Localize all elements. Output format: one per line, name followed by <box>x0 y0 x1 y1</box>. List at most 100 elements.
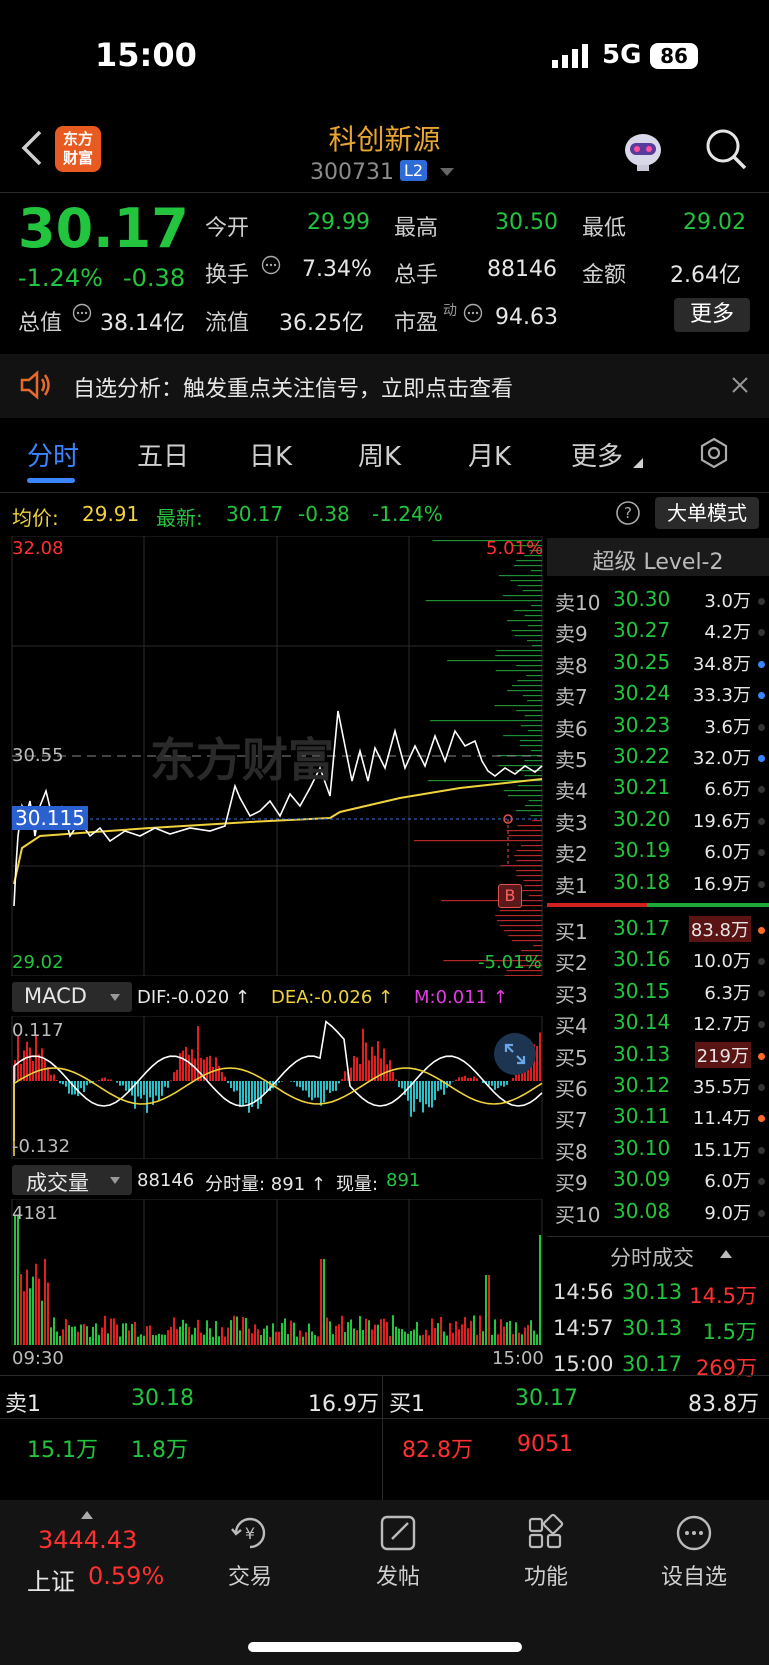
ticks-title[interactable]: 分时成交 <box>610 1242 694 1272</box>
bid-row[interactable]: 买9 30.09 6.0万 <box>555 1167 765 1198</box>
volume-bar <box>176 1329 178 1345</box>
macd-chart[interactable] <box>0 1016 547 1159</box>
volume-bar <box>110 1318 112 1345</box>
latest-label: 最新: <box>156 506 203 530</box>
turnover-label: 换手 <box>205 263 250 288</box>
volume-bar <box>305 1332 307 1345</box>
macd-bar <box>416 1081 418 1100</box>
volume-bar <box>320 1259 322 1345</box>
expand-icon[interactable] <box>493 1032 537 1076</box>
volume-bar <box>26 1269 28 1345</box>
ask-row[interactable]: 卖4 30.21 6.6万 <box>555 775 765 806</box>
ask-row[interactable]: 卖6 30.23 3.6万 <box>555 713 765 744</box>
volume-bar <box>416 1321 418 1345</box>
info-dots-icon[interactable] <box>261 255 281 275</box>
bid-row[interactable]: 买4 30.14 12.7万 <box>555 1010 765 1041</box>
buy-marker[interactable]: B <box>498 884 522 908</box>
ask-row[interactable]: 卖8 30.25 34.8万 <box>555 650 765 681</box>
macd-bar <box>146 1081 148 1113</box>
bid-row[interactable]: 买1 30.17 83.8万 <box>555 916 765 947</box>
axis-top-pct: 5.01% <box>486 538 544 559</box>
tab-more[interactable]: 更多 <box>571 436 623 473</box>
bid-row[interactable]: 买2 30.16 10.0万 <box>555 947 765 978</box>
tab-week-k[interactable]: 周K <box>358 436 401 473</box>
macd-bar <box>362 1028 364 1081</box>
info-dots-icon[interactable] <box>463 303 483 323</box>
ask-row[interactable]: 卖7 30.24 33.3万 <box>555 681 765 712</box>
index-pct[interactable]: 0.59% <box>88 1562 164 1590</box>
bid-row[interactable]: 买6 30.12 35.5万 <box>555 1073 765 1104</box>
bid-label: 买5 <box>555 1045 588 1070</box>
bid-row[interactable]: 买7 30.11 11.4万 <box>555 1104 765 1135</box>
tab-month-k[interactable]: 月K <box>468 436 511 473</box>
low-value: 29.02 <box>683 210 746 235</box>
volume-bar <box>143 1335 145 1345</box>
volume-bar <box>245 1317 247 1345</box>
ask-price: 30.23 <box>613 712 671 737</box>
nav-add-watchlist[interactable]: 设自选 <box>654 1513 734 1591</box>
volume-total: 88146 <box>137 1170 195 1191</box>
search-icon[interactable] <box>704 127 748 171</box>
banner-text[interactable]: 自选分析：触发重点关注信号，立即点击查看 <box>73 371 513 403</box>
volume-bar <box>266 1325 268 1345</box>
chevron-up-icon[interactable] <box>720 1250 732 1258</box>
ask-row[interactable]: 卖2 30.19 6.0万 <box>555 838 765 869</box>
bid-row[interactable]: 买5 30.13 219万 <box>555 1041 765 1073</box>
time-end: 15:00 <box>492 1348 544 1369</box>
ask-price: 30.25 <box>613 649 671 674</box>
more-button[interactable]: 更多 <box>674 298 750 332</box>
ask-volume: 16.9万 <box>692 873 751 895</box>
bid-row[interactable]: 买10 30.08 9.0万 <box>555 1199 765 1230</box>
ask-row[interactable]: 卖3 30.20 19.6万 <box>555 807 765 838</box>
macd-bar <box>182 1050 184 1081</box>
intraday-price-chart[interactable]: 东方财富 <box>0 536 547 976</box>
nav-post[interactable]: 发帖 <box>358 1513 438 1591</box>
volume-bar <box>332 1334 334 1345</box>
volume-bar <box>164 1334 166 1345</box>
info-dots-icon[interactable] <box>72 303 92 323</box>
close-icon[interactable] <box>731 376 749 394</box>
volume-bar <box>83 1324 85 1345</box>
ask-row[interactable]: 卖1 30.18 16.9万 <box>555 870 765 901</box>
chevron-up-icon[interactable] <box>81 1511 93 1519</box>
bid-row[interactable]: 买8 30.10 15.1万 <box>555 1136 765 1167</box>
macd-bar <box>461 1077 463 1081</box>
volume-chart[interactable] <box>0 1199 547 1345</box>
robot-avatar-icon[interactable] <box>620 128 666 174</box>
volume-bar <box>206 1320 208 1345</box>
chevron-down-icon[interactable] <box>440 168 454 178</box>
macd-bar <box>56 1079 58 1081</box>
tick-price: 30.13 <box>622 1316 683 1340</box>
volume-bar <box>311 1331 313 1345</box>
depth-bar <box>522 695 542 697</box>
volume-bar <box>419 1335 421 1345</box>
macd-bar <box>539 1032 541 1081</box>
depth-bar <box>516 710 542 712</box>
volume-bar <box>389 1336 391 1345</box>
help-icon[interactable]: ? <box>615 500 641 526</box>
tab-five-day[interactable]: 五日 <box>137 436 189 473</box>
tab-intraday[interactable]: 分时 <box>27 436 79 473</box>
change-pct: -1.24% <box>18 264 103 292</box>
ask-row[interactable]: 卖10 30.30 3.0万 <box>555 587 765 618</box>
ask-row[interactable]: 卖5 30.22 32.0万 <box>555 744 765 775</box>
home-indicator[interactable] <box>248 1642 522 1652</box>
ask-volume: 33.3万 <box>692 685 751 707</box>
nav-functions[interactable]: 功能 <box>506 1513 586 1591</box>
bid-row[interactable]: 买3 30.15 6.3万 <box>555 979 765 1010</box>
index-value[interactable]: 3444.43 <box>38 1526 137 1554</box>
settings-icon[interactable] <box>698 437 730 469</box>
volume-bar <box>161 1334 163 1345</box>
tab-day-k[interactable]: 日K <box>249 436 292 473</box>
ask-row[interactable]: 卖9 30.27 4.2万 <box>555 618 765 649</box>
volume-bar <box>452 1332 454 1345</box>
macd-bar <box>458 1077 460 1081</box>
nav-trade[interactable]: ¥ 交易 <box>210 1513 290 1591</box>
index-name[interactable]: 上证 <box>27 1562 75 1597</box>
volume-bar <box>53 1317 55 1345</box>
macd-bar <box>470 1077 472 1081</box>
ask-price: 30.24 <box>613 681 671 706</box>
big-order-mode-button[interactable]: 大单模式 <box>655 497 759 529</box>
depth-bar <box>504 930 542 932</box>
volume-bar <box>296 1336 298 1345</box>
